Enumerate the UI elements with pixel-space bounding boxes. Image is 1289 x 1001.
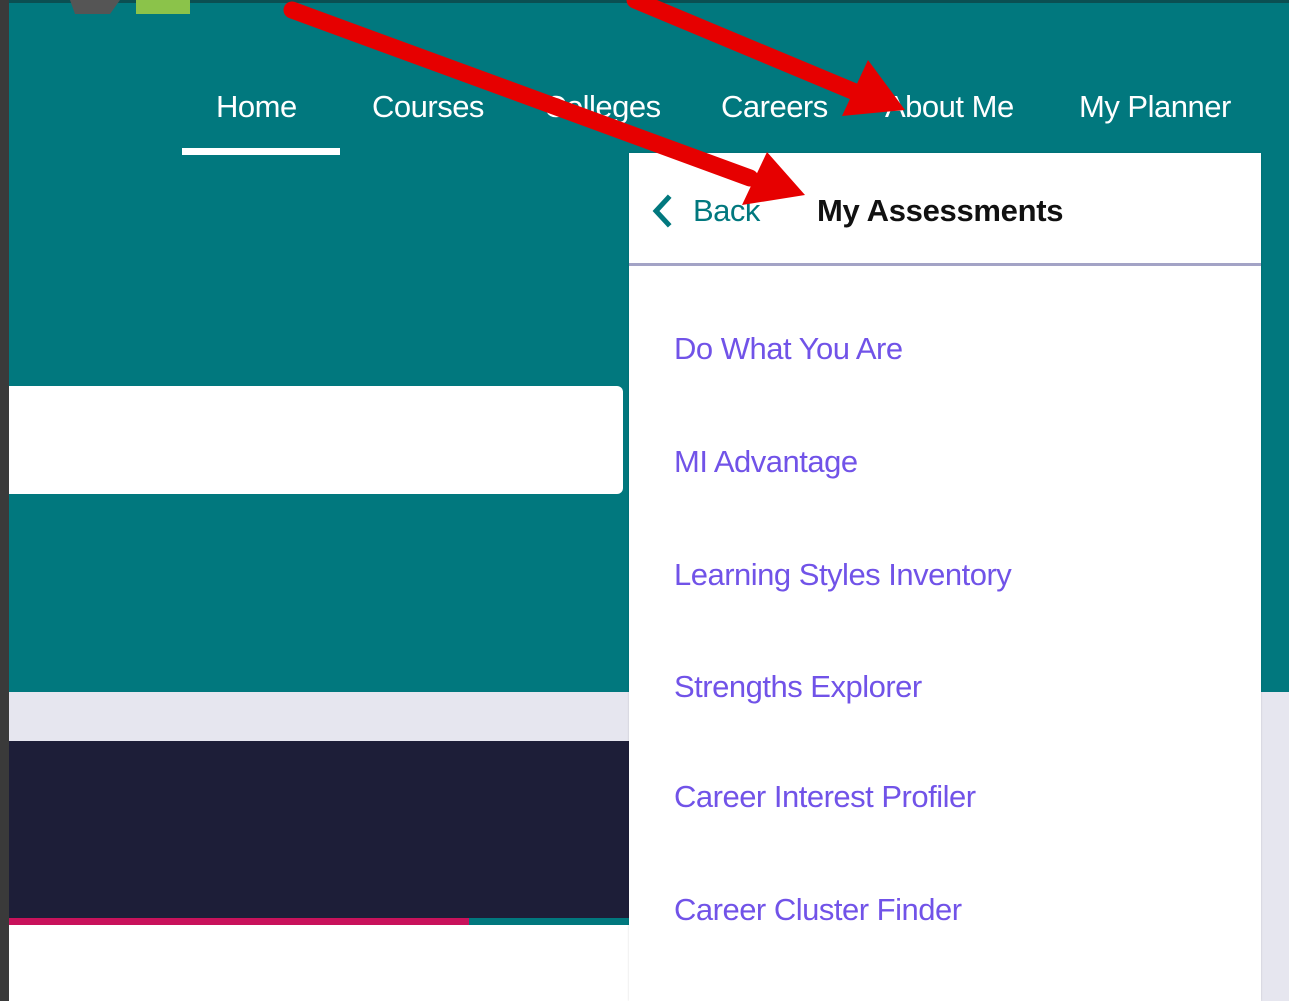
accent-bar [9, 918, 469, 925]
chevron-left-icon [652, 194, 672, 228]
back-label: Back [693, 193, 760, 228]
menu-item-do-what-you-are[interactable]: Do What You Are [674, 331, 903, 367]
back-button[interactable]: Back [651, 189, 760, 233]
dropdown-title: My Assessments [817, 193, 1064, 228]
window-edge [0, 0, 9, 1001]
about-me-dropdown: Back My Assessments Do What You Are MI A… [629, 153, 1261, 1001]
nav-about-me[interactable]: About Me [885, 89, 1014, 125]
menu-item-career-interest-profiler[interactable]: Career Interest Profiler [674, 779, 976, 815]
dropdown-header: Back My Assessments [629, 153, 1261, 266]
menu-item-career-cluster-finder[interactable]: Career Cluster Finder [674, 892, 962, 928]
search-input[interactable] [9, 386, 623, 494]
active-nav-indicator [182, 148, 340, 155]
menu-item-strengths-explorer[interactable]: Strengths Explorer [674, 669, 922, 705]
main-nav: Home Courses Colleges Careers About Me M… [9, 75, 1289, 155]
content-background [1261, 692, 1289, 1001]
nav-home[interactable]: Home [216, 89, 297, 125]
nav-careers[interactable]: Careers [721, 89, 828, 125]
nav-colleges[interactable]: Colleges [544, 89, 661, 125]
nav-courses[interactable]: Courses [372, 89, 484, 125]
nav-my-planner[interactable]: My Planner [1079, 89, 1231, 125]
menu-item-learning-styles-inventory[interactable]: Learning Styles Inventory [674, 557, 1012, 593]
menu-item-mi-advantage[interactable]: MI Advantage [674, 444, 858, 480]
partial-logo-icon [70, 0, 190, 14]
